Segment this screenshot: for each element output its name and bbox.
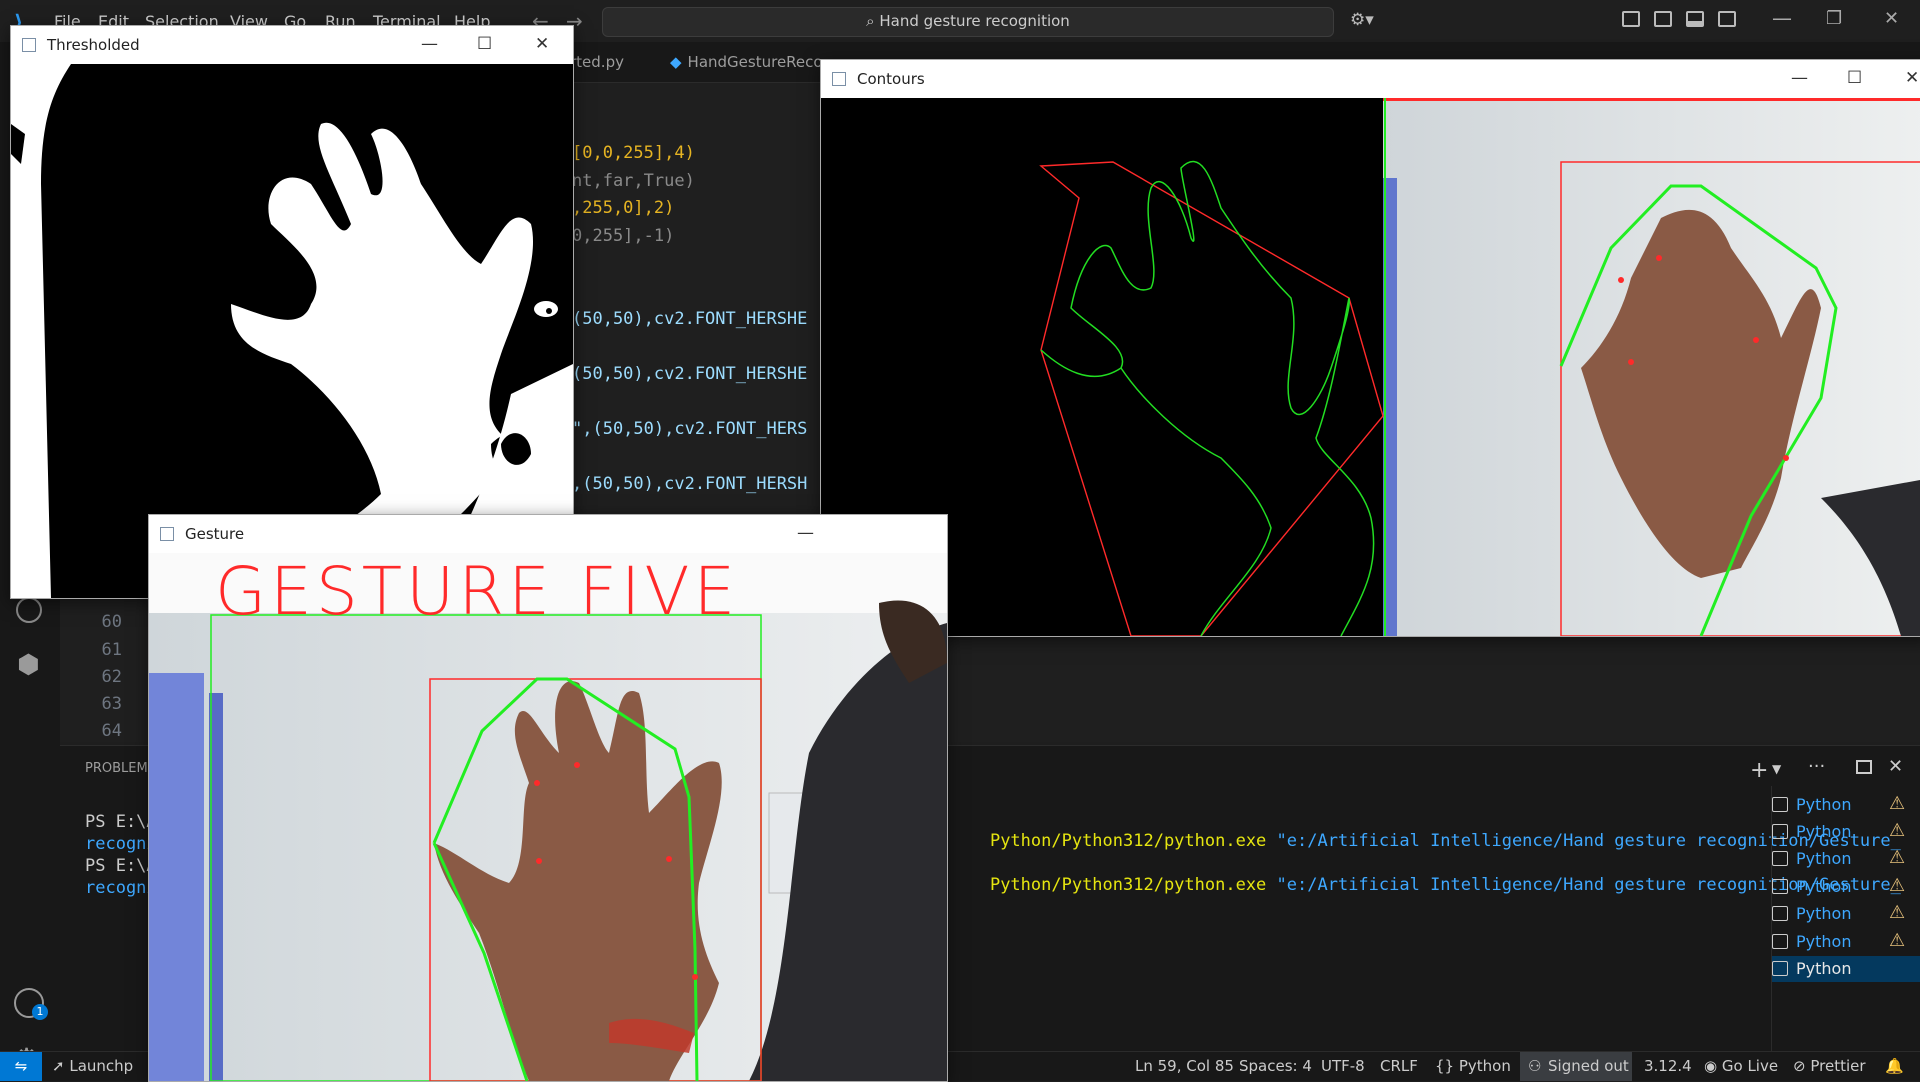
gesture-overlay-label: GESTURE FIVE	[215, 553, 740, 630]
warning-icon: ⚠	[1889, 902, 1906, 923]
terminal-line: PS E:\A	[85, 812, 157, 832]
code-line[interactable]: ,(50,50),cv2.FONT_HERSH	[572, 474, 807, 494]
minimize-icon[interactable]: —	[797, 523, 814, 543]
command-center-search[interactable]: ⌕ Hand gesture recognition	[602, 7, 1334, 37]
contours-window: Contours — ☐ ✕	[820, 59, 1920, 637]
rocket-icon: ➚	[52, 1057, 65, 1075]
tab-rted[interactable]: rted.py	[570, 42, 624, 82]
code-line[interactable]: 0,255],-1)	[572, 226, 674, 246]
line-number: 63	[101, 694, 122, 714]
terminal-line: PS E:\A	[85, 856, 157, 876]
go-live[interactable]: ◉ Go Live	[1704, 1057, 1778, 1075]
account-icon: ⚇	[1528, 1057, 1542, 1075]
terminal-icon	[1772, 906, 1788, 921]
braces-icon: {}	[1435, 1057, 1455, 1075]
window-title-bar[interactable]: Gesture —	[149, 515, 947, 553]
notifications-bell-icon[interactable]: 🔔	[1885, 1057, 1904, 1075]
layout-icon[interactable]	[1622, 11, 1640, 27]
maximize-panel-icon[interactable]	[1856, 760, 1872, 774]
window-title-bar[interactable]: Contours — ☐ ✕	[821, 60, 1920, 98]
maximize-icon[interactable]: ☐	[1847, 68, 1862, 88]
encoding[interactable]: UTF-8	[1321, 1057, 1365, 1075]
window-title: Contours	[857, 70, 925, 88]
python-file-icon: ◆	[670, 53, 682, 71]
code-line[interactable]: (50,50),cv2.FONT_HERSHE	[572, 309, 807, 329]
python-version[interactable]: 3.12.4	[1644, 1057, 1692, 1075]
sidebar-icon[interactable]	[1654, 11, 1672, 27]
prettier-icon: ⊘	[1793, 1057, 1806, 1075]
window-title: Thresholded	[47, 36, 140, 54]
line-ending[interactable]: CRLF	[1380, 1057, 1418, 1075]
opencv-window-icon	[160, 527, 174, 541]
warning-icon: ⚠	[1889, 820, 1906, 841]
minimize-icon[interactable]: —	[1772, 6, 1792, 30]
remote-indicator[interactable]: ⇋	[0, 1052, 42, 1081]
terminal-icon	[1772, 797, 1788, 812]
panel-icon[interactable]	[1686, 11, 1704, 27]
terminal-icon	[1772, 879, 1788, 894]
opencv-window-icon	[832, 72, 846, 86]
contours-canvas	[821, 98, 1920, 636]
close-icon[interactable]: ✕	[1905, 68, 1919, 88]
minimize-icon[interactable]: —	[421, 34, 438, 54]
code-line[interactable]: ",(50,50),cv2.FONT_HERS	[572, 419, 807, 439]
cursor-position[interactable]: Ln 59, Col 85	[1135, 1057, 1234, 1075]
warning-icon: ⚠	[1889, 847, 1906, 868]
window-title: Gesture	[185, 525, 245, 543]
code-line[interactable]: [0,0,255],4)	[572, 143, 695, 163]
maximize-icon[interactable]: ☐	[477, 34, 492, 54]
terminal-command-line: Python/Python312/python.exe "e:/Artifici…	[989, 875, 1901, 895]
gesture-window: Gesture — GESTURE FIVE	[148, 514, 948, 1082]
gesture-canvas: GESTURE FIVE	[149, 553, 947, 1081]
chevron-down-icon[interactable]: ▼	[1772, 762, 1781, 776]
terminal-list-item[interactable]: Python ⚠	[1772, 874, 1920, 900]
close-panel-icon[interactable]: ✕	[1888, 756, 1903, 777]
terminal-list-item[interactable]: Python ⚠	[1772, 929, 1920, 955]
terminal-icon	[1772, 961, 1788, 976]
warning-icon: ⚠	[1889, 930, 1906, 951]
new-terminal-icon[interactable]: +	[1750, 758, 1768, 783]
window-title-bar[interactable]: Thresholded — ☐ ✕	[11, 26, 573, 64]
terminal-list-item[interactable]: Python ⚠	[1772, 901, 1920, 927]
copilot-icon[interactable]: ⚙▾	[1350, 10, 1374, 30]
terminal-list-item-active[interactable]: Python	[1772, 956, 1920, 982]
launchpad-item[interactable]: ➚ Launchp	[52, 1057, 133, 1075]
terminal-line: recogni	[85, 878, 157, 898]
warning-icon: ⚠	[1889, 875, 1906, 896]
terminal-icon	[1772, 934, 1788, 949]
line-number: 62	[101, 667, 122, 687]
code-line[interactable]: nt,far,True)	[572, 171, 695, 191]
extension-hex-icon[interactable]: ⬢	[17, 650, 40, 680]
terminal-list-item[interactable]: Python ⚠	[1772, 819, 1920, 845]
terminal-icon	[1772, 851, 1788, 866]
indentation[interactable]: Spaces: 4	[1239, 1057, 1312, 1075]
restore-icon[interactable]: ❐	[1826, 8, 1842, 29]
terminal-list-item[interactable]: Python ⚠	[1772, 846, 1920, 872]
line-number: 64	[101, 721, 122, 741]
search-text: Hand gesture recognition	[879, 12, 1070, 30]
warning-icon: ⚠	[1889, 793, 1906, 814]
accounts-badge: 1	[32, 1004, 48, 1020]
close-icon[interactable]: ✕	[535, 34, 549, 54]
minimize-icon[interactable]: —	[1791, 68, 1808, 88]
terminal-icon	[1772, 824, 1788, 839]
close-icon[interactable]: ✕	[1884, 8, 1899, 29]
search-icon: ⌕	[866, 12, 875, 30]
remote-explorer-icon[interactable]	[16, 597, 42, 623]
terminal-list-item[interactable]: Python ⚠	[1772, 792, 1920, 818]
account-status[interactable]: ⚇ Signed out	[1520, 1052, 1632, 1081]
code-line[interactable]: (50,50),cv2.FONT_HERSHE	[572, 364, 807, 384]
language-mode[interactable]: {} Python	[1435, 1057, 1511, 1075]
code-line[interactable]: ,255,0],2)	[572, 198, 674, 218]
prettier[interactable]: ⊘ Prettier	[1793, 1057, 1866, 1075]
thresholded-window: Thresholded — ☐ ✕	[10, 25, 574, 599]
line-number: 61	[101, 640, 122, 660]
more-actions-icon[interactable]: ···	[1808, 756, 1825, 777]
tab-problems[interactable]: PROBLEMS	[85, 761, 156, 776]
terminal-line: recogni	[85, 834, 157, 854]
secondary-sidebar-icon[interactable]	[1718, 11, 1736, 27]
broadcast-icon: ◉	[1704, 1057, 1718, 1075]
line-number: 60	[101, 612, 122, 632]
opencv-window-icon	[22, 38, 36, 52]
